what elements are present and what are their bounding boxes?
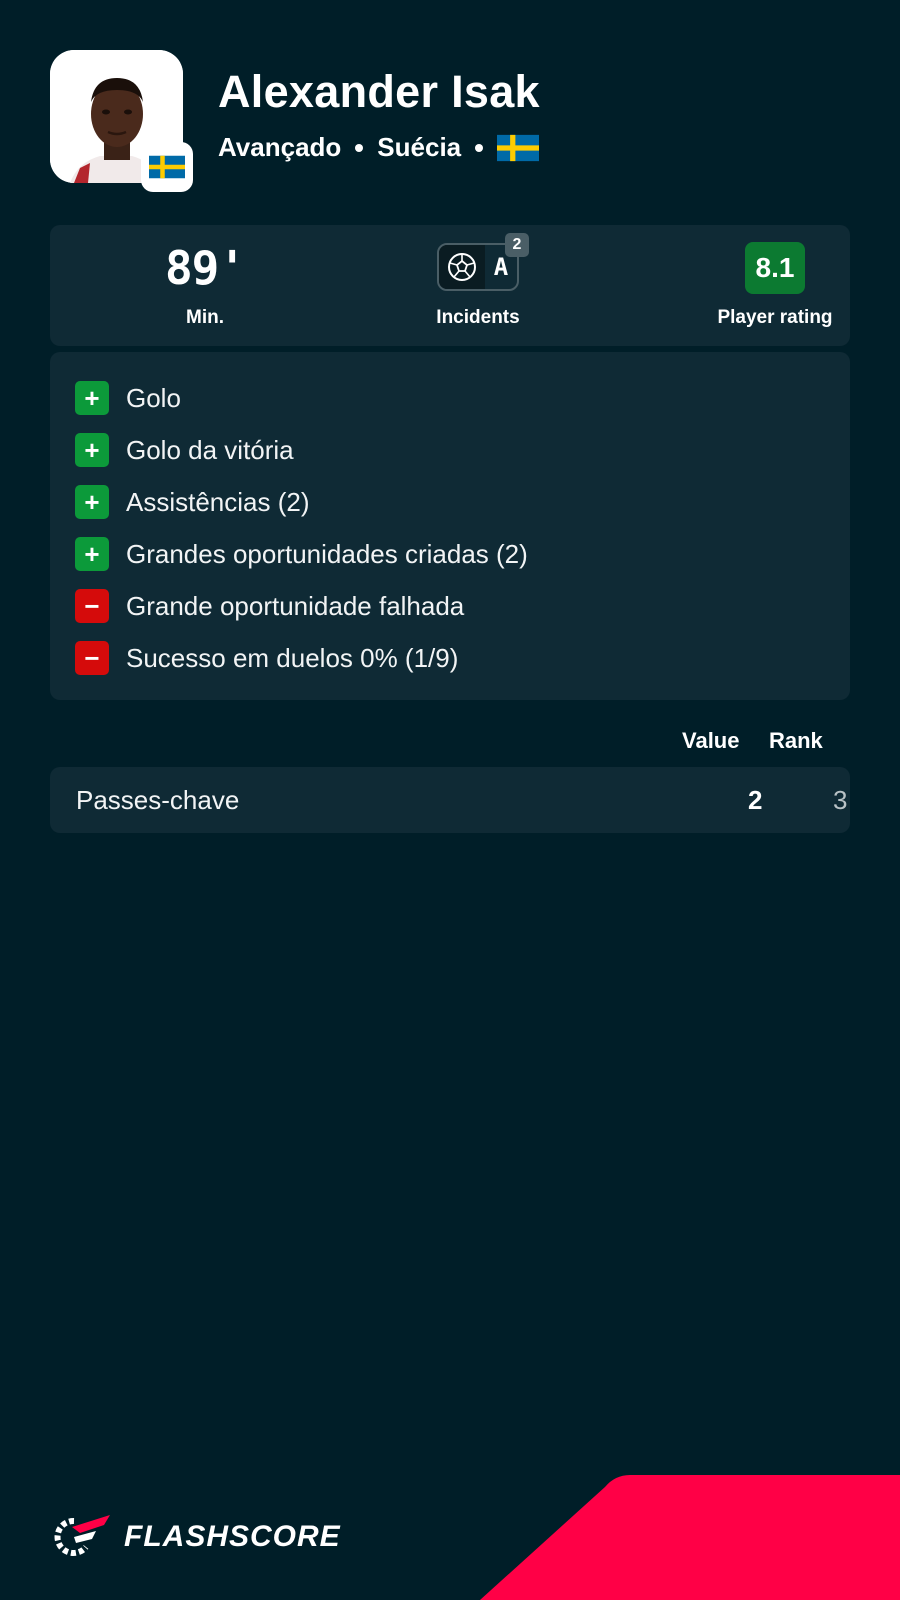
plus-icon: +: [75, 537, 109, 571]
incidents-label: Incidents: [436, 307, 520, 328]
minus-icon: −: [75, 641, 109, 675]
row-rank: 3: [833, 785, 848, 815]
row-label: Passes-chave: [76, 785, 240, 815]
incidents-stat[interactable]: A 2 Incidents: [378, 225, 578, 346]
feature-item: − Sucesso em duelos 0% (1/9): [75, 641, 458, 675]
row-value: 2: [748, 785, 763, 815]
feature-item: − Grande oportunidade falhada: [75, 589, 464, 623]
rating-badge: 8.1: [745, 242, 805, 294]
plus-icon: +: [75, 433, 109, 467]
minutes-value: 89': [164, 241, 246, 295]
separator-dot: [355, 143, 364, 152]
feature-text: Sucesso em duelos 0% (1/9): [126, 642, 459, 673]
minus-icon: −: [75, 589, 109, 623]
football-icon: [439, 245, 485, 289]
rating-label: Player rating: [717, 307, 833, 328]
separator-dot: [475, 143, 484, 152]
sweden-flag-icon: [497, 134, 540, 162]
rank-header: Rank: [769, 728, 823, 753]
player-meta: Avançado Suécia: [218, 132, 540, 163]
value-header: Value: [682, 728, 740, 753]
incident-badge[interactable]: A 2: [437, 233, 529, 291]
feature-text: Golo da vitória: [126, 434, 294, 465]
feature-item: + Golo da vitória: [75, 433, 294, 467]
player-name: Alexander Isak: [218, 66, 540, 117]
feature-item: + Assistências (2): [75, 485, 310, 519]
feature-text: Assistências (2): [126, 486, 310, 517]
minutes-label: Min.: [186, 307, 224, 328]
flashscore-logo: FLASHSCORE: [50, 1513, 341, 1561]
feature-item: + Golo: [75, 381, 181, 415]
feature-text: Grande oportunidade falhada: [126, 590, 465, 621]
table-row[interactable]: Passes-chave 2 3: [50, 767, 850, 833]
feature-text: Golo: [126, 382, 181, 413]
brand-name: FLASHSCORE: [124, 1520, 341, 1553]
plus-icon: +: [75, 381, 109, 415]
summary-card: 89' Min. A 2 Incidents 8.1 Player rating: [50, 225, 850, 346]
player-country: Suécia: [377, 132, 462, 162]
player-position: Avançado: [218, 132, 342, 162]
plus-icon: +: [75, 485, 109, 519]
flashscore-logo-icon: [54, 1515, 110, 1556]
features-card: + Golo + Golo da vitória + Assistências …: [50, 352, 850, 700]
feature-item: + Grandes oportunidades criadas (2): [75, 537, 528, 571]
feature-text: Grandes oportunidades criadas (2): [126, 538, 528, 569]
rating-stat: 8.1 Player rating: [675, 225, 875, 346]
incident-count-badge: 2: [505, 233, 529, 257]
minutes-stat: 89' Min.: [105, 225, 305, 346]
sweden-flag-icon: [141, 142, 193, 192]
